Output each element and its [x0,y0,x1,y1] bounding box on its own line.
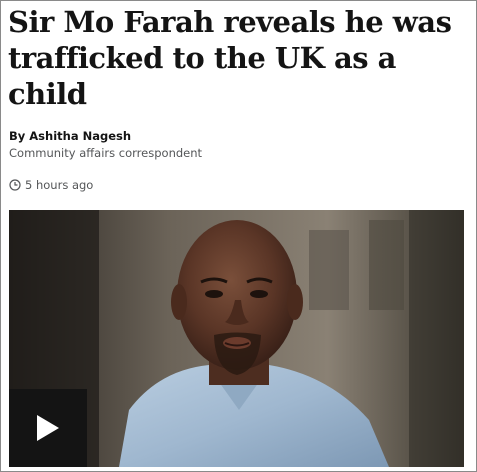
play-icon [37,415,59,441]
video-player[interactable] [9,210,464,467]
clock-icon [9,179,21,191]
byline: By Ashitha Nagesh Community affairs corr… [9,129,202,161]
article-headline: Sir Mo Farah reveals he was trafficked t… [8,5,452,111]
author-role: Community affairs correspondent [9,146,203,160]
play-button[interactable] [9,389,87,467]
article-header: Sir Mo Farah reveals he was trafficked t… [0,0,477,472]
timestamp-text: 5 hours ago [25,178,94,192]
timestamp: 5 hours ago [9,178,93,192]
author-name: By Ashitha Nagesh [9,129,132,143]
